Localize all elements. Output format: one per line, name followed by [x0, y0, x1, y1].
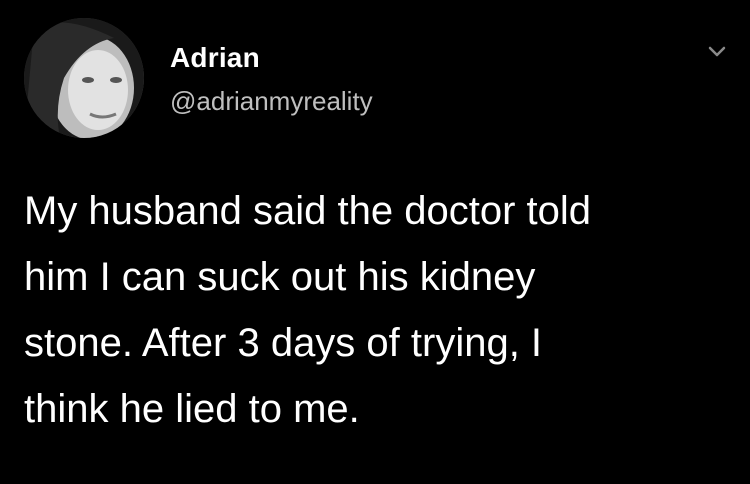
tweet-text: My husband said the doctor told him I ca…	[24, 189, 592, 431]
avatar-photo	[24, 18, 144, 138]
author-name[interactable]: Adrian	[170, 42, 260, 74]
chevron-down-icon[interactable]	[706, 40, 728, 62]
avatar[interactable]	[24, 18, 144, 138]
author-handle[interactable]: @adrianmyreality	[170, 86, 373, 117]
tweet-card: Adrian @adrianmyreality My husband said …	[0, 0, 750, 484]
